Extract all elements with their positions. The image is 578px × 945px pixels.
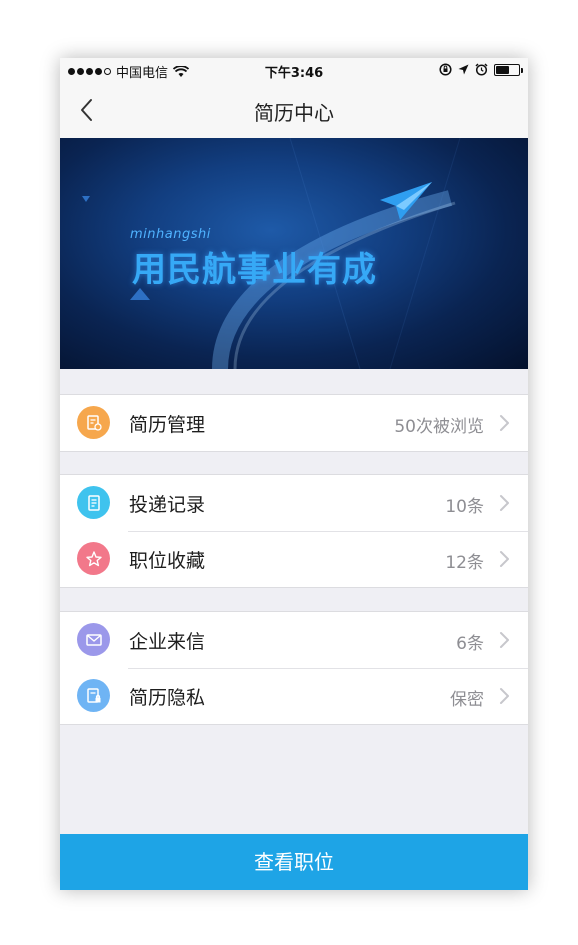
page-title: 简历中心 bbox=[254, 101, 334, 125]
rotation-lock-icon bbox=[439, 63, 452, 76]
list-group-messages: 企业来信 6条 简历隐私 保密 bbox=[60, 611, 528, 725]
list-item-label: 企业来信 bbox=[129, 631, 206, 653]
list-item-delivery-record[interactable]: 投递记录 10条 bbox=[60, 475, 528, 531]
resume-settings-icon bbox=[77, 406, 110, 439]
chevron-right-icon bbox=[500, 688, 509, 704]
list-item-resume-privacy[interactable]: 简历隐私 保密 bbox=[60, 668, 528, 724]
list-group-applications: 投递记录 10条 职位收藏 12条 bbox=[60, 474, 528, 588]
status-right bbox=[439, 63, 523, 76]
list-item-value: 12条 bbox=[445, 553, 484, 573]
phone-screen: 中国电信 下午3:46 简历中心 minhangshi 用民航事业有成 简历管理… bbox=[60, 58, 528, 890]
banner-headline: 用民航事业有成 bbox=[132, 250, 377, 290]
promo-banner[interactable]: minhangshi 用民航事业有成 bbox=[60, 138, 528, 369]
list-item-label: 投递记录 bbox=[129, 494, 206, 516]
list-item-value: 50次被浏览 bbox=[394, 417, 484, 437]
list-item-value: 6条 bbox=[456, 634, 484, 654]
battery-level bbox=[496, 65, 510, 74]
view-jobs-button[interactable]: 查看职位 bbox=[60, 834, 528, 890]
list-item-label: 职位收藏 bbox=[129, 550, 206, 572]
chevron-right-icon bbox=[500, 495, 509, 511]
list-item-label: 简历隐私 bbox=[129, 687, 206, 709]
list-item-job-favorites[interactable]: 职位收藏 12条 bbox=[60, 531, 528, 587]
delivery-record-icon bbox=[77, 486, 110, 519]
list-item-value: 10条 bbox=[445, 497, 484, 517]
battery-icon bbox=[494, 63, 523, 76]
nav-bar: 简历中心 bbox=[60, 82, 528, 138]
chevron-right-icon bbox=[500, 551, 509, 567]
status-bar: 中国电信 下午3:46 bbox=[60, 58, 528, 82]
location-icon bbox=[458, 64, 469, 75]
list-group-resume: 简历管理 50次被浏览 bbox=[60, 394, 528, 452]
star-icon bbox=[77, 542, 110, 575]
alarm-icon bbox=[475, 63, 488, 76]
chevron-right-icon bbox=[500, 632, 509, 648]
mail-icon bbox=[77, 623, 110, 656]
list-item-resume-manage[interactable]: 简历管理 50次被浏览 bbox=[60, 395, 528, 451]
list-item-label: 简历管理 bbox=[129, 414, 206, 436]
list-item-company-letters[interactable]: 企业来信 6条 bbox=[60, 612, 528, 668]
chevron-right-icon bbox=[500, 415, 509, 431]
privacy-lock-icon bbox=[77, 679, 110, 712]
banner-subtitle: minhangshi bbox=[130, 227, 211, 242]
list-item-value: 保密 bbox=[450, 690, 484, 710]
